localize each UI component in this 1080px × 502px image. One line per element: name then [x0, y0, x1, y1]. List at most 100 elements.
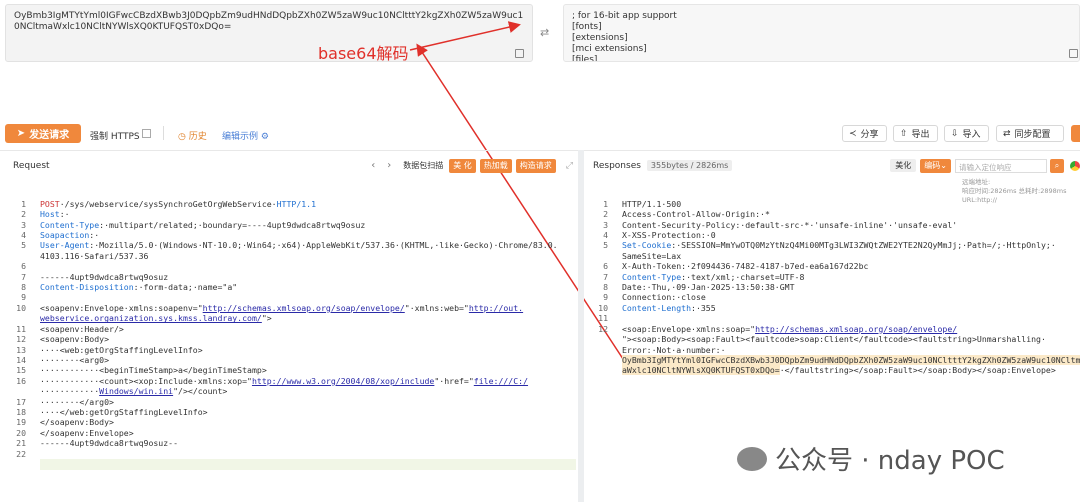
code-token: :·form-data;·name="a" [133, 282, 238, 293]
watermark: 公众号 · nday POC [737, 440, 1005, 477]
fold-gutter [30, 386, 40, 396]
force-https-checkbox[interactable] [142, 129, 151, 138]
line-number: 1 [603, 198, 608, 209]
arrow-to-input [409, 21, 521, 51]
code-token: Soapaction [40, 230, 90, 241]
fold-gutter [612, 303, 622, 313]
line-number: 12 [16, 334, 26, 345]
request-title: Request [13, 160, 50, 171]
code-line: 8 Date:·Thu,·09·Jan·2025·13:50:38·GMT [586, 282, 1080, 292]
line-number: 21 [16, 438, 26, 449]
panel-divider[interactable] [578, 150, 584, 502]
browser-icon[interactable] [1070, 160, 1080, 171]
fold-gutter [30, 438, 40, 448]
code-token: webservice.organization.sys.kmss.landray… [40, 313, 262, 324]
code-token: 4103.116·Safari/537.36 [40, 250, 149, 261]
line-number: 2 [21, 209, 26, 220]
code-line: 14 ········<arg0> [0, 355, 576, 365]
code-token: ············ [40, 386, 100, 397]
current-line-highlight [40, 459, 576, 470]
settings-icon: ⚙ [260, 132, 269, 142]
code-token: <soapenv:Envelope·xmlns:soapenv=" [40, 302, 203, 313]
code-token: Date:·Thu,·09·Jan·2025·13:50:38·GMT [622, 282, 795, 293]
fold-gutter [612, 345, 622, 355]
line-number: 12 [598, 323, 608, 334]
line-number: 9 [603, 292, 608, 303]
fold-gutter [30, 345, 40, 355]
import-button[interactable]: ⇩ 导入 [944, 125, 989, 142]
line-number: 5 [21, 240, 26, 251]
line-number: 13 [16, 344, 26, 355]
code-token: ········<arg0> [40, 354, 110, 365]
line-number: 8 [603, 282, 608, 293]
build-request-button[interactable]: 构造请求 [515, 158, 556, 173]
fold-gutter [612, 313, 622, 323]
fold-gutter [612, 324, 622, 334]
fold-gutter [612, 292, 622, 302]
code-token: Content-Security-Policy:·default-src·*·'… [622, 219, 958, 230]
edit-example-link[interactable]: 编辑示例 ⚙ [222, 129, 269, 142]
fold-gutter [30, 272, 40, 282]
fold-gutter [30, 407, 40, 417]
request-editor[interactable]: 1 POST·/sys/webservice/sysSynchroGetOrgWe… [0, 178, 576, 498]
fold-gutter [30, 313, 40, 323]
code-line: 9 [0, 292, 576, 302]
code-token: Content-Length [622, 302, 692, 313]
sync-icon: ⇄ [1003, 128, 1011, 139]
fold-gutter [612, 355, 622, 365]
history-link[interactable]: ◷ 历史 [178, 129, 207, 142]
code-line: Error:·Not·a·number:· [586, 345, 1080, 355]
line-number [586, 334, 612, 344]
fold-gutter [30, 230, 40, 240]
code-line: 2 Access-Control-Allow-Origin:·* [586, 209, 1080, 219]
fold-gutter [30, 220, 40, 230]
beautify-button[interactable]: 美 化 [449, 158, 476, 173]
fold-gutter [612, 199, 622, 209]
send-request-button[interactable]: ➤ 发送请求 [5, 124, 81, 143]
code-line: 12 <soap:Envelope·xmlns:soap="http://sche… [586, 324, 1080, 334]
extra-button[interactable] [1071, 125, 1080, 142]
scan-label[interactable]: 数据包扫描 [403, 160, 443, 171]
chevron-right-icon[interactable]: › [387, 160, 391, 171]
export-button[interactable]: ⇧ 导出 [893, 125, 938, 142]
fold-gutter [30, 303, 40, 313]
response-title: Responses [593, 160, 641, 171]
code-line: 5 Set-Cookie:·SESSION=MmYwOTQ0MzYtNzQ4Mi0… [586, 240, 1080, 250]
code-token: X-XSS-Protection:·0 [622, 230, 716, 241]
code-line: 1 POST·/sys/webservice/sysSynchroGetOrgWe… [0, 199, 576, 209]
code-line: 2 Host:· [0, 209, 576, 219]
line-number [586, 345, 612, 355]
fold-gutter [30, 209, 40, 219]
line-number: 16 [16, 375, 26, 386]
code-token: :·355 [691, 302, 716, 313]
fold-gutter [30, 240, 40, 250]
search-icon[interactable]: ⌕ [1050, 158, 1064, 173]
code-token: http://out. [468, 302, 524, 313]
line-number: 18 [16, 406, 26, 417]
code-token: "/></count> [173, 386, 228, 397]
code-token: :· [89, 230, 100, 241]
response-size: 355bytes / 2826ms [646, 160, 733, 171]
code-token: POST [40, 198, 60, 209]
share-button[interactable]: ≺ 分享 [842, 125, 887, 142]
code-token: </soapenv:Envelope> [40, 427, 134, 438]
fold-gutter [30, 199, 40, 209]
encode-dropdown[interactable]: 编码 ⌄ [920, 158, 951, 173]
code-token: ------4upt9dwdca8rtwq9osuz-- [40, 438, 179, 449]
hot-reload-button[interactable]: 热加载 [479, 158, 512, 173]
request-header: Request ‹ › 数据包扫描 美 化 热加载 构造请求 ⤢ [13, 156, 573, 175]
line-number: 10 [598, 302, 608, 313]
search-input[interactable]: 请输入定位响应 [955, 158, 1047, 173]
line-number [0, 386, 30, 396]
code-token: Access-Control-Allow-Origin:·* [622, 209, 770, 220]
import-icon: ⇩ [951, 128, 959, 139]
chevron-left-icon[interactable]: ‹ [371, 160, 375, 171]
expand-icon[interactable]: ⤢ [566, 161, 573, 171]
line-number: 3 [21, 219, 26, 230]
code-line: 3 Content-Type:·multipart/related;·bounda… [0, 220, 576, 230]
line-number: 11 [16, 323, 26, 334]
fold-gutter [30, 365, 40, 375]
beautify-toggle[interactable]: 美化 [890, 159, 917, 172]
code-token: </soapenv:Body> [40, 417, 114, 428]
sync-config-button[interactable]: ⇄ 同步配置 [996, 125, 1064, 142]
